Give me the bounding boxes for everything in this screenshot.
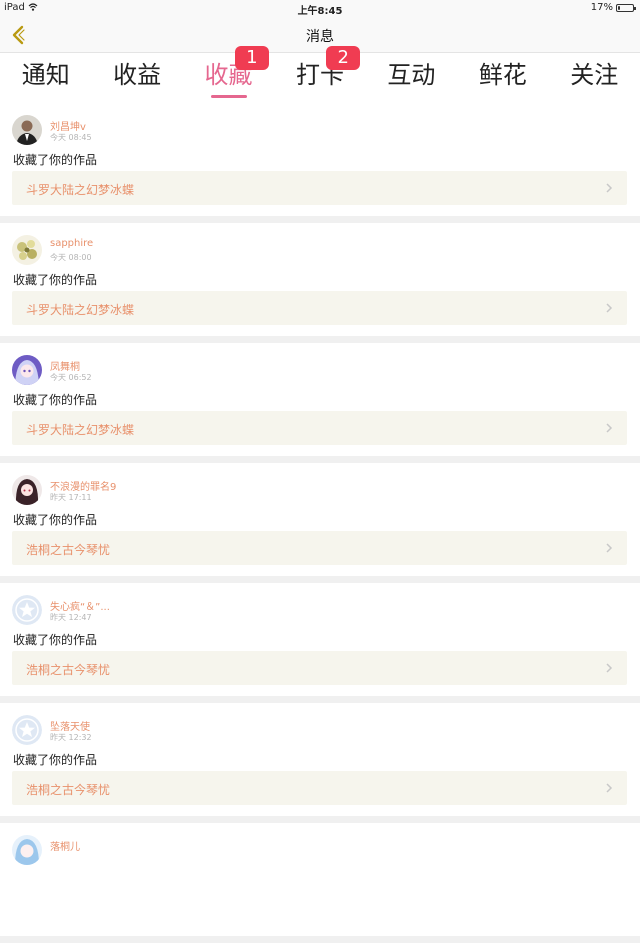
work-link[interactable]: 斗罗大陆之幻梦冰蝶 [12, 411, 627, 445]
username[interactable]: 坠落天使 [50, 718, 90, 733]
chevron-right-icon [606, 423, 613, 433]
tab-flowers[interactable]: 鲜花 [457, 53, 548, 103]
battery-status: 17% [590, 2, 636, 13]
action-text: 收藏了你的作品 [13, 513, 98, 527]
clock: 上午8:45 [297, 6, 343, 17]
username[interactable]: 凤舞桐 [50, 358, 80, 373]
message-card: 刘昌坤v 今天 08:45 收藏了你的作品 斗罗大陆之幻梦冰蝶 [0, 103, 640, 216]
username[interactable]: 失心疯“＆”... [50, 598, 110, 613]
battery-percent: 17% [590, 2, 613, 13]
tab-follows[interactable]: 关注 [549, 53, 640, 103]
work-link[interactable]: 斗罗大陆之幻梦冰蝶 [12, 291, 627, 325]
message-card: 凤舞桐 今天 06:52 收藏了你的作品 斗罗大陆之幻梦冰蝶 [0, 343, 640, 456]
tab-label: 收益 [113, 61, 162, 89]
avatar[interactable] [12, 235, 42, 265]
tab-label: 互动 [387, 61, 436, 89]
unread-badge: 2 [326, 46, 361, 70]
chevron-right-icon [606, 663, 613, 673]
username[interactable]: 刘昌坤v [50, 118, 86, 133]
work-link[interactable]: 浩桐之古今琴忧 [12, 651, 627, 685]
work-title: 浩桐之古今琴忧 [26, 663, 111, 677]
message-card: 落桐儿 [0, 823, 640, 936]
username[interactable]: 落桐儿 [50, 838, 80, 853]
default-star-avatar-icon [12, 715, 42, 745]
tab-checkin[interactable]: 打卡 2 [274, 46, 365, 103]
tab-interaction[interactable]: 互动 [366, 53, 457, 103]
username[interactable]: 不浪漫的罪名9 [50, 478, 116, 493]
avatar[interactable] [12, 715, 42, 745]
default-star-avatar-icon [12, 595, 42, 625]
tab-favorites[interactable]: 收藏 1 [183, 46, 274, 103]
message-time: 昨天 17:11 [50, 493, 92, 502]
chevron-right-icon [606, 543, 613, 553]
chevron-right-icon [606, 783, 613, 793]
work-link[interactable]: 浩桐之古今琴忧 [12, 531, 627, 565]
work-title: 斗罗大陆之幻梦冰蝶 [26, 183, 135, 197]
user-photo-icon [12, 115, 42, 145]
unread-badge: 1 [234, 46, 269, 70]
message-card: 不浪漫的罪名9 昨天 17:11 收藏了你的作品 浩桐之古今琴忧 [0, 463, 640, 576]
avatar[interactable] [12, 115, 42, 145]
anime-avatar-icon [12, 475, 42, 505]
tab-earnings[interactable]: 收益 [91, 53, 182, 103]
tab-notifications[interactable]: 通知 [0, 53, 91, 103]
status-bar: iPad 上午8:45 17% [0, 0, 640, 17]
username[interactable]: sapphire [50, 238, 93, 249]
work-title: 浩桐之古今琴忧 [26, 783, 111, 797]
work-title: 浩桐之古今琴忧 [26, 543, 111, 557]
work-link[interactable]: 斗罗大陆之幻梦冰蝶 [12, 171, 627, 205]
message-time: 今天 08:00 [50, 253, 92, 262]
message-card: sapphire 今天 08:00 收藏了你的作品 斗罗大陆之幻梦冰蝶 [0, 223, 640, 336]
message-time: 昨天 12:47 [50, 613, 92, 622]
work-title: 斗罗大陆之幻梦冰蝶 [26, 423, 135, 437]
flower-avatar-icon [12, 235, 42, 265]
battery-level [618, 5, 620, 10]
tab-label: 关注 [570, 61, 619, 89]
message-list: 刘昌坤v 今天 08:45 收藏了你的作品 斗罗大陆之幻梦冰蝶 sapphire… [0, 103, 640, 943]
action-text: 收藏了你的作品 [13, 633, 98, 647]
chevron-right-icon [606, 303, 613, 313]
tab-label: 通知 [21, 61, 70, 89]
avatar[interactable] [12, 355, 42, 385]
action-text: 收藏了你的作品 [13, 273, 98, 287]
page-title: 消息 [306, 29, 334, 45]
navigation-bar: 消息 [0, 17, 640, 53]
work-link[interactable]: 浩桐之古今琴忧 [12, 771, 627, 805]
battery-icon [616, 3, 636, 12]
message-time: 今天 08:45 [50, 133, 92, 142]
action-text: 收藏了你的作品 [13, 153, 98, 167]
action-text: 收藏了你的作品 [13, 393, 98, 407]
action-text: 收藏了你的作品 [13, 753, 98, 767]
chevron-right-icon [606, 183, 613, 193]
active-tab-indicator [210, 95, 247, 98]
message-time: 昨天 12:32 [50, 733, 92, 742]
work-title: 斗罗大陆之幻梦冰蝶 [26, 303, 135, 317]
anime-avatar-icon [12, 355, 42, 385]
tab-label: 鲜花 [478, 61, 527, 89]
avatar[interactable] [12, 835, 42, 865]
avatar[interactable] [12, 595, 42, 625]
message-time: 今天 06:52 [50, 373, 92, 382]
message-card: 坠落天使 昨天 12:32 收藏了你的作品 浩桐之古今琴忧 [0, 703, 640, 816]
message-card: 失心疯“＆”... 昨天 12:47 收藏了你的作品 浩桐之古今琴忧 [0, 583, 640, 696]
avatar[interactable] [12, 475, 42, 505]
message-tabs: 通知 收益 收藏 1 打卡 2 互动 鲜花 关注 [0, 46, 640, 103]
anime-avatar-icon [12, 835, 42, 865]
